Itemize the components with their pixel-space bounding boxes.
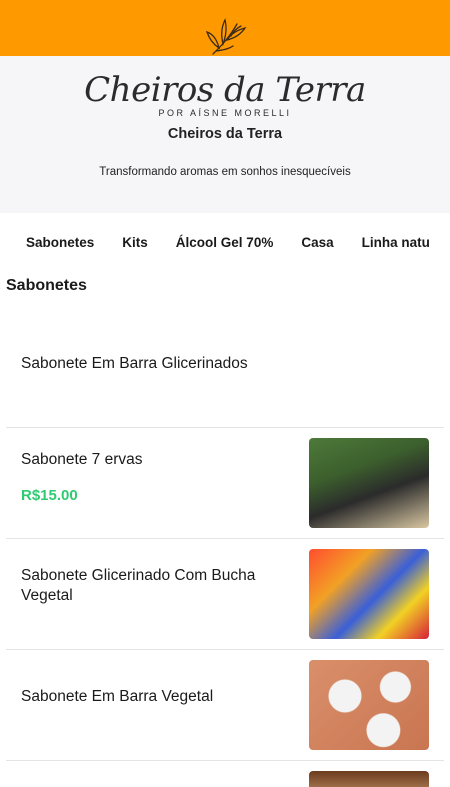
product-item[interactable]: Sabonete Em Barra Glicerinados (6, 316, 444, 428)
category-tab-casa[interactable]: Casa (301, 235, 333, 250)
product-photo (309, 771, 429, 787)
store-name: Cheiros da Terra (167, 126, 283, 142)
leaf-sprig-icon (205, 18, 247, 55)
product-price: R$15.00 (21, 487, 78, 504)
category-tab-alcool-gel[interactable]: Álcool Gel 70% (176, 235, 274, 250)
product-list: Sabonete Em Barra Glicerinados Sabonete … (6, 316, 444, 787)
category-nav[interactable]: Sabonetes Kits Álcool Gel 70% Casa Linha… (0, 213, 450, 271)
product-item[interactable]: Sabonete Em Barra Vegetal (6, 650, 444, 761)
category-tab-kits[interactable]: Kits (122, 235, 148, 250)
store-tagline: Transformando aromas em sonhos inesquecí… (99, 166, 351, 178)
product-item[interactable] (6, 761, 444, 787)
store-logo[interactable]: Cheiros da Terra (0, 70, 450, 110)
product-name: Sabonete Em Barra Glicerinados (21, 355, 248, 372)
store-header: Cheiros da Terra POR AÍSNE MORELLI Cheir… (0, 56, 450, 213)
herbal-soap-photo (309, 438, 429, 528)
product-item[interactable]: Sabonete 7 ervas R$15.00 (6, 428, 444, 539)
top-bar (0, 0, 450, 56)
product-item[interactable]: Sabonete Glicerinado Com Bucha Vegetal (6, 539, 444, 650)
product-name: Sabonete Em Barra Vegetal (21, 688, 214, 705)
product-name: Sabonete 7 ervas (21, 451, 143, 468)
category-tab-sabonetes[interactable]: Sabonetes (26, 235, 94, 250)
logo-subtitle: POR AÍSNE MORELLI (158, 108, 292, 118)
section-title: Sabonetes (6, 277, 87, 294)
loofah-soap-photo (309, 549, 429, 639)
vegetal-soap-photo (309, 660, 429, 750)
category-tab-linha-natural[interactable]: Linha natu (362, 235, 430, 250)
product-name: Sabonete Glicerinado Com Bucha Vegetal (21, 567, 256, 604)
